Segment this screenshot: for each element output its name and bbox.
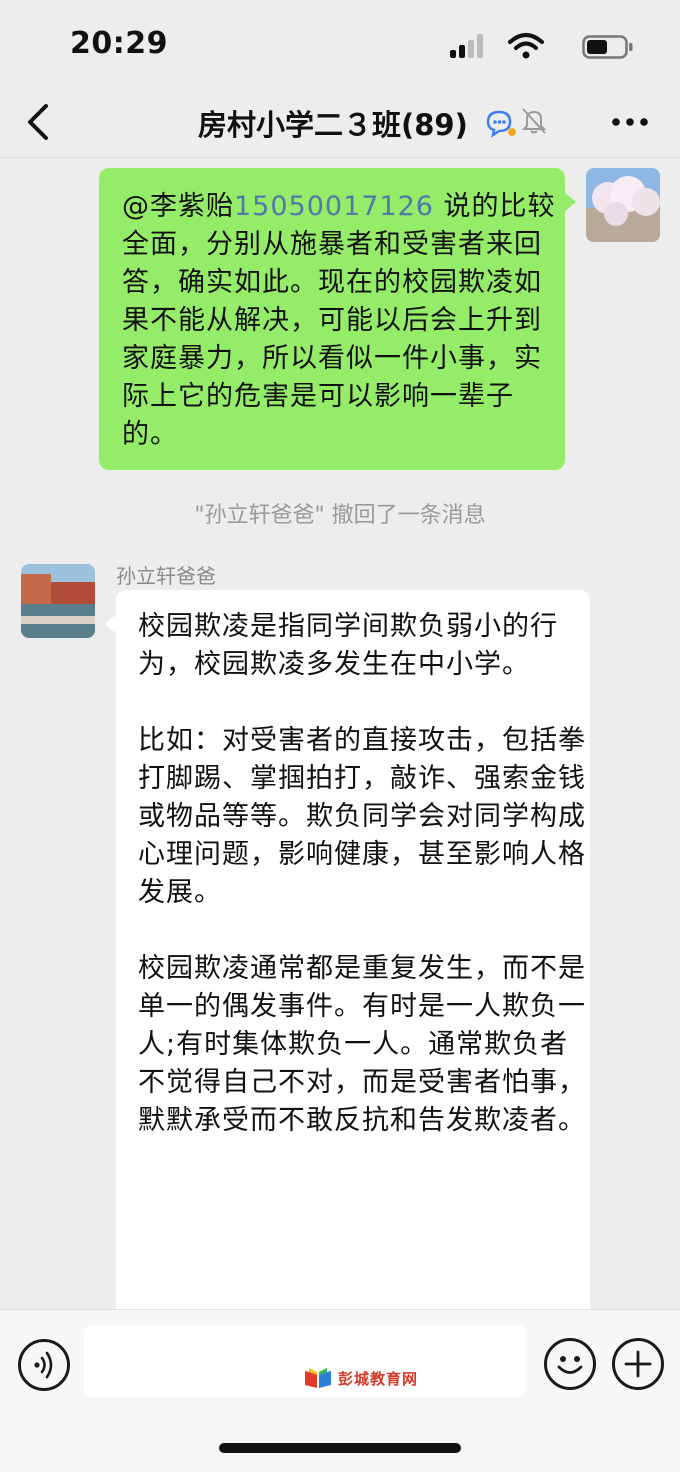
chat-header: 房村小学二３班(89) <box>0 90 680 156</box>
received-message-bubble[interactable]: 校园欺凌是指同学间欺负弱小的行为，校园欺凌多发生在中小学。 比如：对受害者的直接… <box>105 590 590 1320</box>
bell-muted-icon <box>521 108 547 134</box>
more-button[interactable] <box>610 110 650 134</box>
sent-message-bubble[interactable]: @李紫贻15050017126 说的比较全面，分别从施暴者和受害者来回答，确实如… <box>99 168 576 470</box>
header-divider <box>0 157 680 158</box>
sender-name: 孙立轩爸爸 <box>116 564 216 588</box>
wifi-icon <box>508 33 544 59</box>
cellular-signal-icon <box>450 34 486 58</box>
more-actions-button[interactable] <box>612 1338 664 1390</box>
received-paragraph: 校园欺凌是指同学间欺负弱小的行为，校园欺凌多发生在中小学。 <box>138 611 558 680</box>
status-time: 20:29 <box>70 26 168 61</box>
mention-phone-link[interactable]: 15050017126 <box>234 191 434 222</box>
home-indicator[interactable] <box>219 1443 461 1453</box>
chat-title[interactable]: 房村小学二３班(89) <box>198 102 468 144</box>
voice-icon <box>34 1351 53 1379</box>
emoji-button[interactable] <box>544 1338 596 1390</box>
watermark: 彭城教育网 <box>304 1366 418 1390</box>
received-paragraph: 校园欺凌通常都是重复发生，而不是单一的偶发事件。有时是一人欺负一人;有时集体欺负… <box>138 953 586 1136</box>
chevron-left-icon <box>28 104 48 140</box>
ellipsis-icon <box>612 118 648 126</box>
watermark-text: 彭城教育网 <box>338 1369 419 1388</box>
group-chat-icon <box>486 110 516 138</box>
my-avatar[interactable] <box>586 168 660 242</box>
sender-avatar[interactable] <box>21 564 95 638</box>
book-logo-icon <box>305 1368 331 1388</box>
back-button[interactable] <box>18 98 62 146</box>
battery-icon <box>582 35 633 59</box>
status-bar: 20:29 <box>0 0 680 90</box>
emoji-icon <box>557 1356 583 1374</box>
voice-button[interactable] <box>18 1339 70 1391</box>
plus-icon <box>624 1350 652 1378</box>
recall-notice: "孙立轩爸爸" 撤回了一条消息 <box>194 503 486 528</box>
status-icons <box>444 32 634 60</box>
received-paragraph: 比如：对受害者的直接攻击，包括拳打脚踢、掌掴拍打，敲诈、强索金钱或物品等等。欺负… <box>138 725 586 908</box>
sent-message-text: 说的比较全面，分别从施暴者和受害者来回答，确实如此。现在的校园欺凌如果不能从解决… <box>122 191 556 450</box>
mention-name[interactable]: @李紫贻 <box>122 191 234 222</box>
